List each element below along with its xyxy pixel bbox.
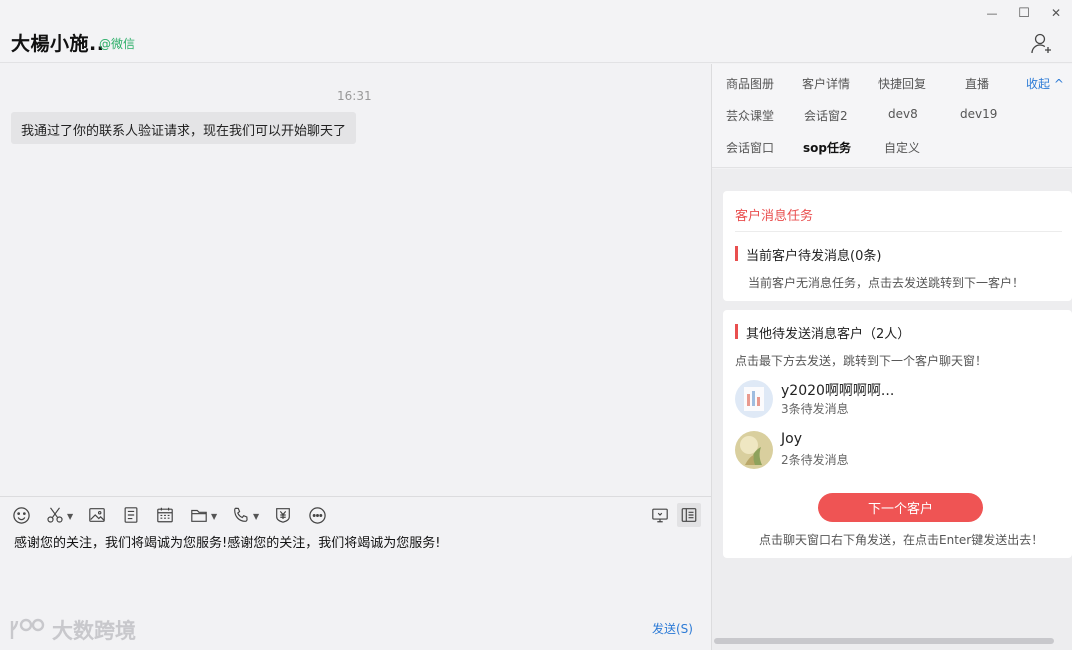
chat-name: 大楊小施.. bbox=[11, 33, 105, 55]
pending-count: 3条待发消息 bbox=[781, 402, 849, 416]
call-dropdown-icon[interactable]: ▼ bbox=[253, 512, 259, 521]
other-customers-card: 其他待发送消息客户（2人） 点击最下方去发送，跳转到下一个客户聊天窗！ y202… bbox=[723, 310, 1072, 558]
watermark-text: 大数跨境 bbox=[52, 619, 136, 643]
avatar bbox=[735, 380, 773, 418]
horizontal-scrollbar[interactable] bbox=[714, 638, 1054, 644]
customer-item[interactable]: y2020啊啊啊啊... 3条待发消息 bbox=[735, 380, 1055, 420]
maximize-icon: ☐ bbox=[1018, 5, 1030, 21]
tab-yunzhong-class[interactable]: 芸众课堂 bbox=[726, 107, 774, 124]
add-contact-button[interactable] bbox=[1030, 32, 1054, 56]
current-customer-title: 当前客户待发消息(0条) bbox=[746, 249, 882, 264]
file-button[interactable] bbox=[189, 505, 209, 525]
send-hint: 点击聊天窗口右下角发送，在点击Enter键发送出去！ bbox=[759, 533, 1044, 547]
document-button[interactable] bbox=[121, 505, 141, 525]
sidebar-icon bbox=[681, 508, 697, 522]
maximize-button[interactable]: ☐ bbox=[1009, 2, 1039, 24]
customer-name: Joy bbox=[781, 431, 802, 447]
watermark-logo-icon bbox=[10, 618, 45, 639]
tab-sop-task[interactable]: sop任务 bbox=[803, 139, 851, 156]
screenshot-button[interactable] bbox=[45, 505, 65, 525]
emoji-icon bbox=[12, 506, 30, 524]
customer-task-card: 客户消息任务 当前客户待发消息(0条) 当前客户无消息任务，点击去发送跳转到下一… bbox=[723, 191, 1072, 301]
avatar bbox=[735, 431, 773, 469]
sidebar-toggle-button[interactable] bbox=[677, 503, 701, 527]
add-user-icon bbox=[1031, 33, 1051, 54]
pending-count: 2条待发消息 bbox=[781, 453, 849, 467]
document-icon bbox=[124, 507, 138, 523]
tab-live[interactable]: 直播 bbox=[965, 75, 989, 92]
tab-dev19[interactable]: dev19 bbox=[960, 107, 997, 121]
customer-name: y2020啊啊啊啊... bbox=[781, 383, 895, 399]
chat-message-area: 16:31 我通过了你的联系人验证请求，现在我们可以开始聊天了 bbox=[0, 64, 711, 496]
screen-share-button[interactable] bbox=[650, 505, 670, 525]
call-button[interactable] bbox=[231, 505, 251, 525]
send-button[interactable]: 发送(S) bbox=[652, 620, 693, 637]
message-input[interactable]: 感谢您的关注，我们将竭诚为您服务!感谢您的关注，我们将竭诚为您服务! bbox=[14, 532, 704, 612]
tab-session-window[interactable]: 会话窗口 bbox=[726, 139, 774, 156]
payment-button[interactable] bbox=[273, 505, 293, 525]
title-bar: 大楊小施.. @微信 — ☐ ✕ bbox=[0, 0, 1072, 63]
screenshot-dropdown-icon[interactable]: ▼ bbox=[67, 512, 73, 521]
section-marker bbox=[735, 324, 738, 339]
side-panel-tabs: 商品图册 客户详情 快捷回复 直播 收起 ^ 芸众课堂 会话窗2 dev8 de… bbox=[712, 64, 1072, 168]
tab-quick-reply[interactable]: 快捷回复 bbox=[878, 75, 926, 92]
tab-product-album[interactable]: 商品图册 bbox=[726, 75, 774, 92]
file-dropdown-icon[interactable]: ▼ bbox=[211, 512, 217, 521]
image-button[interactable] bbox=[87, 505, 107, 525]
minimize-icon: — bbox=[986, 6, 998, 20]
customer-item[interactable]: Joy 2条待发消息 bbox=[735, 431, 1055, 471]
compose-toolbar: ▼ ▼ ▼ bbox=[0, 496, 711, 532]
more-icon bbox=[308, 506, 326, 524]
calendar-icon bbox=[157, 507, 173, 523]
calendar-button[interactable] bbox=[155, 505, 175, 525]
other-customers-title: 其他待发送消息客户（2人） bbox=[746, 327, 911, 342]
more-button[interactable] bbox=[307, 505, 327, 525]
message-timestamp: 16:31 bbox=[337, 89, 372, 103]
tab-dev8[interactable]: dev8 bbox=[888, 107, 918, 121]
tab-custom[interactable]: 自定义 bbox=[884, 139, 920, 156]
folder-icon bbox=[191, 509, 207, 522]
image-icon bbox=[89, 508, 105, 522]
close-icon: ✕ bbox=[1050, 6, 1062, 20]
tab-session-window-2[interactable]: 会话窗2 bbox=[804, 107, 848, 124]
system-message: 我通过了你的联系人验证请求，现在我们可以开始聊天了 bbox=[11, 112, 356, 144]
payment-icon bbox=[276, 508, 290, 523]
scissors-icon bbox=[47, 507, 63, 523]
screen-icon bbox=[652, 508, 668, 523]
collapse-tabs-button[interactable]: 收起 ^ bbox=[1026, 75, 1064, 92]
next-customer-button[interactable]: 下一个客户 bbox=[818, 493, 983, 522]
section-marker bbox=[735, 246, 738, 261]
watermark: 大数跨境 bbox=[8, 615, 136, 645]
current-customer-desc: 当前客户无消息任务，点击去发送跳转到下一客户！ bbox=[748, 276, 1025, 290]
emoji-button[interactable] bbox=[11, 505, 31, 525]
close-button[interactable]: ✕ bbox=[1041, 2, 1071, 24]
card-title: 客户消息任务 bbox=[735, 209, 814, 224]
chat-source-label: @微信 bbox=[99, 37, 136, 51]
card-divider bbox=[735, 231, 1062, 232]
phone-icon bbox=[234, 507, 248, 522]
other-customers-desc: 点击最下方去发送，跳转到下一个客户聊天窗！ bbox=[735, 354, 988, 368]
minimize-button[interactable]: — bbox=[977, 2, 1007, 24]
tab-customer-details[interactable]: 客户详情 bbox=[802, 75, 850, 92]
